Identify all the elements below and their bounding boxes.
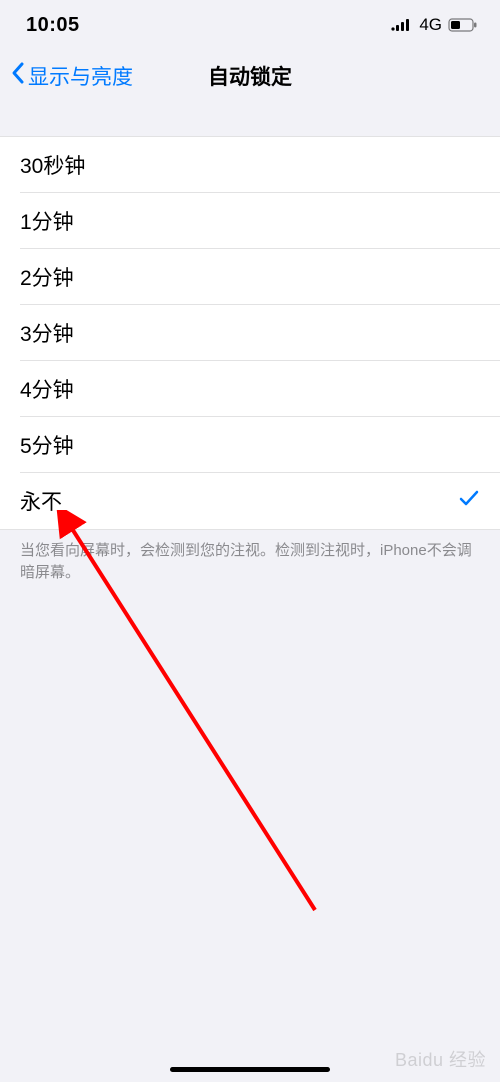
footer-note: 当您看向屏幕时，会检测到您的注视。检测到注视时，iPhone不会调暗屏幕。 xyxy=(0,530,500,584)
page-title: 自动锁定 xyxy=(208,61,292,91)
option-30s[interactable]: 30秒钟 xyxy=(0,137,500,193)
signal-icon xyxy=(391,18,413,32)
option-1min[interactable]: 1分钟 xyxy=(0,193,500,249)
nav-back-button[interactable]: 显示与亮度 xyxy=(10,61,133,91)
checkmark-icon xyxy=(458,487,480,515)
option-label: 永不 xyxy=(20,486,62,516)
status-time: 10:05 xyxy=(26,14,80,37)
nav-back-label: 显示与亮度 xyxy=(28,61,133,91)
option-5min[interactable]: 5分钟 xyxy=(0,417,500,473)
option-label: 4分钟 xyxy=(20,374,74,404)
home-indicator[interactable] xyxy=(170,1067,330,1072)
network-label: 4G xyxy=(419,15,442,35)
nav-bar: 显示与亮度 自动锁定 xyxy=(0,50,500,102)
option-2min[interactable]: 2分钟 xyxy=(0,249,500,305)
option-label: 5分钟 xyxy=(20,430,74,460)
status-right: 4G xyxy=(391,15,478,35)
option-3min[interactable]: 3分钟 xyxy=(0,305,500,361)
option-label: 2分钟 xyxy=(20,262,74,292)
option-never[interactable]: 永不 xyxy=(0,473,500,529)
option-4min[interactable]: 4分钟 xyxy=(0,361,500,417)
option-label: 1分钟 xyxy=(20,206,74,236)
option-label: 30秒钟 xyxy=(20,150,85,180)
options-list: 30秒钟 1分钟 2分钟 3分钟 4分钟 5分钟 永不 xyxy=(0,136,500,530)
option-label: 3分钟 xyxy=(20,318,74,348)
watermark: Baidu 经验 xyxy=(395,1046,486,1072)
battery-icon xyxy=(448,18,478,32)
status-bar: 10:05 4G xyxy=(0,0,500,50)
chevron-left-icon xyxy=(10,61,26,91)
